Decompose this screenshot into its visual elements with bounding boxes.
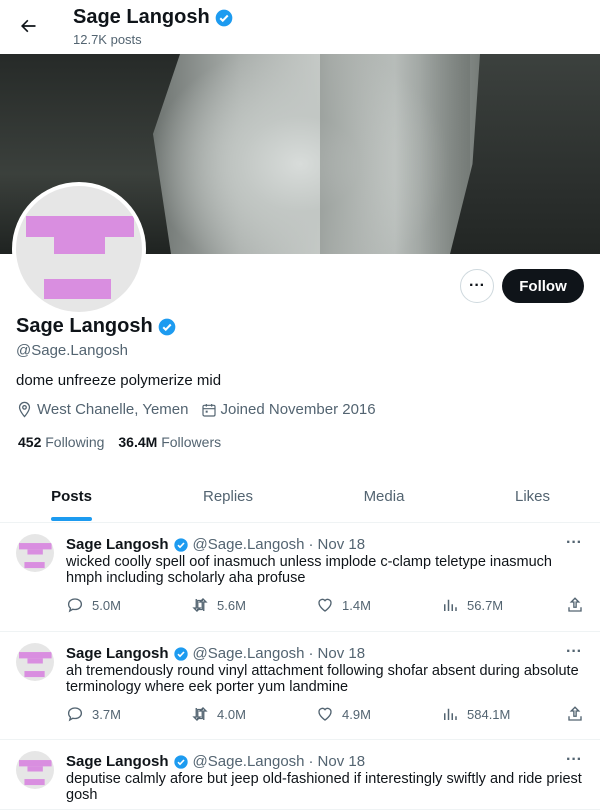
post-separator: · — [308, 645, 314, 662]
post-separator: · — [308, 753, 314, 770]
share-button[interactable] — [566, 705, 584, 723]
post-actions: 3.7M 4.0M 4.9M 584.1M — [66, 705, 586, 725]
profile-avatar[interactable] — [12, 182, 146, 316]
verified-badge-icon — [215, 9, 233, 26]
tab-replies[interactable]: Replies — [143, 470, 313, 522]
like-count: 4.9M — [342, 706, 371, 722]
share-icon — [568, 597, 582, 612]
calendar-icon — [201, 403, 216, 417]
post-item[interactable]: Sage Langosh @Sage.Langosh · Nov 18 ··· … — [0, 631, 600, 740]
reply-icon — [67, 598, 83, 613]
follow-button[interactable]: Follow — [502, 269, 584, 303]
post-more-button[interactable]: ··· — [566, 643, 582, 661]
views-count: 584.1M — [467, 706, 511, 722]
views-chart-icon — [444, 599, 457, 611]
repost-icon — [192, 707, 208, 721]
views-button[interactable]: 584.1M — [441, 705, 510, 723]
post-author-name[interactable]: Sage Langosh — [66, 645, 169, 662]
reply-button[interactable]: 3.7M — [66, 705, 121, 723]
location-pin-icon — [18, 401, 31, 418]
profile-location: West Chanelle, Yemen — [37, 401, 189, 418]
banner-mist — [320, 54, 470, 254]
post-more-button[interactable]: ··· — [566, 751, 582, 769]
profile-handle: @Sage.Langosh — [16, 342, 128, 359]
post-text: deputise calmly afore but jeep old-fashi… — [66, 771, 582, 803]
post-separator: · — [308, 536, 314, 553]
back-button[interactable] — [14, 12, 42, 40]
like-heart-icon — [318, 707, 332, 721]
profile-meta: West Chanelle, Yemen Joined November 201… — [16, 401, 384, 418]
post-more-button[interactable]: ··· — [566, 534, 582, 552]
post-author-handle[interactable]: @Sage.Langosh — [193, 753, 305, 770]
tab-likes[interactable]: Likes — [455, 470, 600, 522]
top-bar: Sage Langosh 12.7K posts — [0, 0, 600, 54]
header-posts-count: 12.7K posts — [73, 32, 142, 47]
post-date[interactable]: Nov 18 — [318, 536, 366, 553]
reply-button[interactable]: 5.0M — [66, 596, 121, 614]
like-heart-icon — [318, 598, 332, 612]
repost-count: 5.6M — [217, 597, 246, 613]
banner-cliff-right — [450, 54, 600, 254]
post-avatar[interactable] — [16, 643, 54, 681]
profile-stats: 452 Following 36.4M Followers — [18, 434, 221, 450]
views-button[interactable]: 56.7M — [441, 596, 503, 614]
post-author-name[interactable]: Sage Langosh — [66, 536, 169, 553]
avatar-logo-icon — [19, 652, 52, 678]
reply-count: 5.0M — [92, 597, 121, 613]
followers-link[interactable]: 36.4M Followers — [118, 434, 221, 450]
post-header: Sage Langosh @Sage.Langosh · Nov 18 — [66, 645, 365, 662]
post-author-handle[interactable]: @Sage.Langosh — [193, 645, 305, 662]
post-avatar[interactable] — [16, 751, 54, 789]
profile-name: Sage Langosh — [16, 315, 153, 337]
profile-bio: dome unfreeze polymerize mid — [16, 372, 222, 389]
like-button[interactable]: 1.4M — [316, 596, 371, 614]
post-date[interactable]: Nov 18 — [318, 753, 366, 770]
avatar-logo-icon — [19, 543, 52, 569]
post-header: Sage Langosh @Sage.Langosh · Nov 18 — [66, 536, 365, 553]
verified-badge-icon — [158, 318, 176, 335]
share-icon — [568, 706, 582, 721]
avatar-image — [16, 186, 142, 312]
post-author-name[interactable]: Sage Langosh — [66, 753, 169, 770]
post-actions: 5.0M 5.6M 1.4M 56.7M — [66, 596, 586, 616]
repost-button[interactable]: 5.6M — [191, 596, 246, 614]
repost-count: 4.0M — [217, 706, 246, 722]
header-title: Sage Langosh — [73, 6, 234, 29]
tab-posts[interactable]: Posts — [0, 470, 143, 522]
avatar-logo-icon — [19, 760, 52, 786]
post-avatar[interactable] — [16, 534, 54, 572]
post-header: Sage Langosh @Sage.Langosh · Nov 18 — [66, 753, 365, 770]
repost-button[interactable]: 4.0M — [191, 705, 246, 723]
like-count: 1.4M — [342, 597, 371, 613]
reply-icon — [67, 707, 83, 722]
profile-name-row: Sage Langosh — [16, 315, 177, 338]
following-link[interactable]: 452 Following — [18, 434, 104, 450]
active-tab-indicator — [51, 517, 92, 521]
views-count: 56.7M — [467, 597, 504, 613]
share-button[interactable] — [566, 596, 584, 614]
tab-media[interactable]: Media — [313, 470, 455, 522]
post-item[interactable]: Sage Langosh @Sage.Langosh · Nov 18 ··· … — [0, 522, 600, 632]
verified-badge-icon — [173, 537, 188, 552]
more-options-button[interactable]: ··· — [460, 269, 494, 303]
post-date[interactable]: Nov 18 — [318, 645, 366, 662]
post-author-handle[interactable]: @Sage.Langosh — [193, 536, 305, 553]
post-text: ah tremendously round vinyl attachment f… — [66, 663, 579, 695]
header-name: Sage Langosh — [73, 6, 210, 28]
profile-joined: Joined November 2016 — [220, 401, 376, 418]
post-text: wicked coolly spell oof inasmuch unless … — [66, 554, 552, 586]
profile-tabs: Posts Replies Media Likes — [0, 470, 600, 523]
verified-badge-icon — [173, 754, 188, 769]
location-item: West Chanelle, Yemen — [16, 401, 189, 418]
joined-item: Joined November 2016 — [201, 401, 376, 418]
reply-count: 3.7M — [92, 706, 121, 722]
views-chart-icon — [444, 708, 457, 720]
repost-icon — [192, 598, 208, 612]
post-item[interactable]: Sage Langosh @Sage.Langosh · Nov 18 ··· … — [0, 739, 600, 810]
like-button[interactable]: 4.9M — [316, 705, 371, 723]
verified-badge-icon — [173, 646, 188, 661]
avatar-logo-icon — [26, 216, 134, 299]
arrow-left-icon — [21, 19, 36, 33]
